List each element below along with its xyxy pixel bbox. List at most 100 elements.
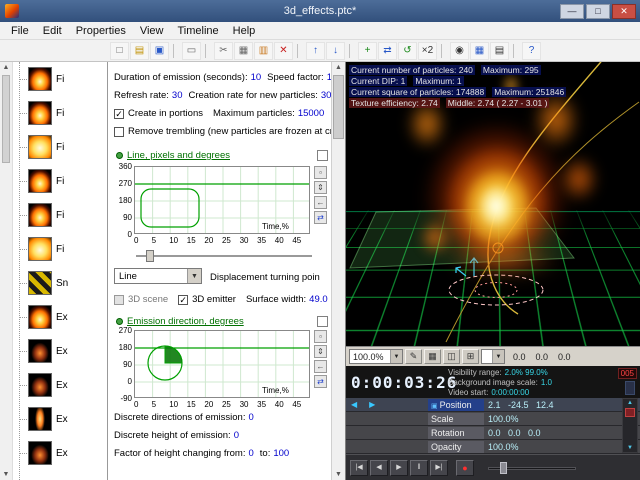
camera-icon[interactable]: ◉ — [450, 42, 469, 60]
timeline-track[interactable]: ◀▶ ▣Rotation 0.0 0.0 0.0 — [346, 426, 640, 440]
line-type-select[interactable]: Line ▼ — [114, 268, 202, 284]
graph-shift-button[interactable]: ← — [314, 196, 327, 209]
toolbar-icon[interactable] — [441, 44, 447, 58]
chevron-down-icon[interactable]: ▼ — [390, 350, 402, 363]
library-item[interactable]: Fi — [13, 198, 107, 232]
prev-key-icon[interactable]: ◀ — [351, 400, 357, 409]
zoom-select[interactable]: 100.0% ▼ — [349, 349, 403, 364]
slider-handle[interactable] — [500, 462, 507, 474]
next-key-icon[interactable]: ▶ — [369, 400, 375, 409]
close-button[interactable]: ✕ — [612, 4, 636, 19]
skip-end-button[interactable]: ▶| — [430, 460, 448, 476]
graph-range-button[interactable]: ⇄ — [314, 375, 327, 388]
scroll-up-icon[interactable]: ▲ — [332, 64, 345, 71]
refresh-rate-value[interactable]: 30 — [172, 90, 183, 101]
print-icon[interactable]: ▭ — [182, 42, 201, 60]
pencil-icon[interactable]: ✎ — [405, 349, 422, 364]
creation-rate-value[interactable]: 30 — [321, 90, 332, 101]
save-icon[interactable]: ▣ — [150, 42, 169, 60]
graph1-zoom-slider[interactable] — [136, 250, 312, 262]
library-scrollbar[interactable]: ▲ ▼ — [0, 62, 13, 480]
library-item[interactable]: Fi — [13, 130, 107, 164]
library-item[interactable]: Fi — [13, 164, 107, 198]
move-down-icon[interactable]: ↓ — [326, 42, 345, 60]
3d-scene-checkbox[interactable] — [114, 295, 124, 305]
swap-icon[interactable]: ⇄ — [378, 42, 397, 60]
menu-item[interactable]: Properties — [69, 24, 133, 38]
library-item[interactable]: Ex — [13, 402, 107, 436]
menu-item[interactable]: View — [133, 24, 171, 38]
scroll-up-icon[interactable]: ▲ — [0, 64, 12, 71]
scroll-up-icon[interactable]: ▲ — [623, 400, 637, 406]
chevron-down-icon[interactable]: ▼ — [187, 269, 201, 283]
add-icon[interactable]: + — [358, 42, 377, 60]
multiply-x2-icon[interactable]: ×2 — [418, 42, 437, 60]
add-view-icon[interactable]: ⊞ — [462, 349, 479, 364]
scroll-down-icon[interactable]: ▼ — [332, 471, 345, 478]
graph-options-button[interactable]: ▫ — [314, 166, 327, 179]
grid-toggle-icon[interactable]: ▦ — [424, 349, 441, 364]
library-item[interactable]: Fi — [13, 96, 107, 130]
menu-item[interactable]: Edit — [36, 24, 69, 38]
track-value[interactable]: 0.0 0.0 0.0 — [488, 427, 541, 439]
toolbar-icon[interactable] — [513, 44, 519, 58]
view-mode-select[interactable]: ▼ — [481, 349, 505, 364]
timeline-zoom-slider[interactable] — [625, 381, 635, 395]
library-item[interactable]: Ex — [13, 334, 107, 368]
open-icon[interactable]: ▤ — [130, 42, 149, 60]
properties-scrollbar[interactable]: ▲ ▼ — [331, 62, 345, 480]
toolbar-icon[interactable] — [297, 44, 303, 58]
new-icon[interactable]: □ — [110, 42, 129, 60]
scrollbar-thumb[interactable] — [333, 75, 344, 139]
delete-icon[interactable]: ✕ — [274, 42, 293, 60]
toolbar-icon[interactable] — [173, 44, 179, 58]
title-bar[interactable]: 3d_effects.ptc* — □ ✕ — [0, 0, 640, 22]
library-item[interactable]: Ex — [13, 436, 107, 470]
paste-icon[interactable]: ▥ — [254, 42, 273, 60]
playback-position-slider[interactable] — [488, 461, 576, 475]
discrete-directions-value[interactable]: 0 — [248, 412, 253, 423]
graph-range-button[interactable]: ⇄ — [314, 211, 327, 224]
create-in-portions-checkbox[interactable] — [114, 109, 124, 119]
panels-icon[interactable]: ◫ — [443, 349, 460, 364]
play-button[interactable]: ▶ — [390, 460, 408, 476]
group2-collapse-button[interactable] — [317, 316, 328, 327]
track-name[interactable]: ▣Rotation — [428, 427, 484, 439]
toolbar-icon[interactable] — [349, 44, 355, 58]
track-name[interactable]: ▣Opacity — [428, 441, 484, 453]
library-item[interactable]: Ex — [13, 300, 107, 334]
film-icon[interactable]: ▤ — [490, 42, 509, 60]
timeline-track[interactable]: ◀▶ ▣Opacity 100.0% — [346, 440, 640, 454]
scroll-down-icon[interactable]: ▼ — [623, 445, 637, 451]
maximize-button[interactable]: □ — [586, 4, 610, 19]
graph-shift-button[interactable]: ← — [314, 360, 327, 373]
help-icon[interactable]: ? — [522, 42, 541, 60]
3d-emitter-checkbox[interactable] — [178, 295, 188, 305]
library-item[interactable]: Ex — [13, 368, 107, 402]
library-item[interactable]: Fi — [13, 62, 107, 96]
track-name[interactable]: ▣Scale — [428, 413, 484, 425]
track-value[interactable]: 2.1 -24.5 12.4 — [488, 399, 554, 411]
copy-icon[interactable]: ▦ — [234, 42, 253, 60]
timeline-track[interactable]: ◀▶ ▣Position 2.1 -24.5 12.4 — [346, 398, 640, 412]
group-emission-direction[interactable]: Emission direction, degrees — [116, 316, 244, 327]
slider-handle[interactable] — [146, 250, 154, 262]
refresh-icon[interactable]: ↺ — [398, 42, 417, 60]
pause-button[interactable]: ‖ — [410, 460, 428, 476]
move-up-icon[interactable]: ↑ — [306, 42, 325, 60]
record-button[interactable]: ● — [456, 460, 474, 476]
menu-item[interactable]: Timeline — [171, 24, 226, 38]
toolbar-icon[interactable] — [205, 44, 211, 58]
graph-scale-button[interactable]: ⇕ — [314, 181, 327, 194]
library-item[interactable]: Fi — [13, 232, 107, 266]
menu-item[interactable]: File — [4, 24, 36, 38]
cut-icon[interactable]: ✂ — [214, 42, 233, 60]
track-value[interactable]: 100.0% — [488, 413, 519, 425]
height-factor-from-value[interactable]: 0 — [249, 448, 254, 459]
track-value[interactable]: 100.0% — [488, 441, 519, 453]
scrollbar-thumb[interactable] — [625, 408, 635, 417]
height-factor-to-value[interactable]: 100 — [273, 448, 289, 459]
max-particles-value[interactable]: 15000 — [298, 108, 324, 119]
step-back-button[interactable]: ◀ — [370, 460, 388, 476]
library-item[interactable]: Sn — [13, 266, 107, 300]
